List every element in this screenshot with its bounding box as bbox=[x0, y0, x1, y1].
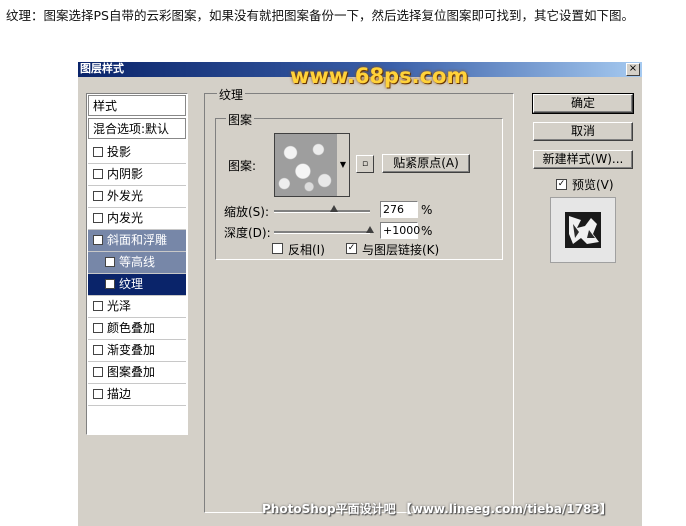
checkbox-color-overlay[interactable] bbox=[93, 322, 103, 333]
checkbox-inner-shadow[interactable] bbox=[93, 168, 103, 179]
cancel-button[interactable]: 取消 bbox=[533, 122, 633, 141]
checkbox-bevel-emboss[interactable]: ✓ bbox=[93, 234, 103, 245]
new-preset-icon[interactable]: ▫ bbox=[356, 155, 374, 173]
style-item-outer-glow[interactable]: 外发光 bbox=[88, 186, 186, 208]
style-item-bevel-emboss[interactable]: ✓ 斜面和浮雕 bbox=[88, 230, 186, 252]
checkbox-pattern-overlay[interactable] bbox=[93, 366, 103, 377]
layer-style-dialog: 图层样式 × www.68ps.com 样式 混合选项:默认 投影 内阴影 外发… bbox=[78, 62, 642, 526]
blend-options-item[interactable]: 混合选项:默认 bbox=[88, 118, 186, 139]
scale-label: 缩放(S): bbox=[224, 205, 270, 219]
scale-unit: % bbox=[421, 203, 433, 217]
style-item-pattern-overlay[interactable]: 图案叠加 bbox=[88, 362, 186, 384]
preview-label: 预览(V) bbox=[572, 178, 614, 192]
checkbox-drop-shadow[interactable] bbox=[93, 146, 103, 157]
styles-list: 样式 混合选项:默认 投影 内阴影 外发光 内发光 ✓ 斜面和浮雕 等高线 ✓ 纹理… bbox=[86, 93, 188, 435]
link-with-layer-label: 与图层链接(K) bbox=[362, 243, 440, 257]
style-item-texture[interactable]: ✓ 纹理 bbox=[88, 274, 186, 296]
style-item-stroke[interactable]: 描边 bbox=[88, 384, 186, 406]
style-preview-thumbnail bbox=[550, 197, 616, 263]
checkbox-texture[interactable]: ✓ bbox=[105, 278, 115, 289]
watermark-text: PhotoShop平面设计吧 【www.lineeg.com/tieba/178… bbox=[262, 502, 612, 516]
new-style-button[interactable]: 新建样式(W)... bbox=[533, 150, 633, 169]
snap-to-origin-button[interactable]: 贴紧原点(A) bbox=[382, 154, 470, 173]
invert-checkbox[interactable] bbox=[272, 243, 283, 254]
style-item-inner-glow[interactable]: 内发光 bbox=[88, 208, 186, 230]
depth-unit: % bbox=[421, 224, 433, 238]
instruction-caption: 纹理：图案选择PS自带的云彩图案，如果没有就把图案备份一下，然后选择复位图案即可… bbox=[6, 8, 634, 23]
pattern-group: 图案 图案: ▼ ▫ 贴紧原点(A) 缩放(S): 276 % 深度(D): +… bbox=[215, 111, 503, 260]
checkbox-contour[interactable] bbox=[105, 256, 115, 267]
site-banner-logo: www.68ps.com bbox=[290, 64, 469, 88]
checkbox-gradient-overlay[interactable] bbox=[93, 344, 103, 355]
style-item-contour[interactable]: 等高线 bbox=[88, 252, 186, 274]
style-item-satin[interactable]: 光泽 bbox=[88, 296, 186, 318]
checkbox-stroke[interactable] bbox=[93, 388, 103, 399]
ok-button[interactable]: 确定 bbox=[532, 93, 634, 114]
scale-slider-track[interactable] bbox=[274, 210, 370, 213]
checkbox-inner-glow[interactable] bbox=[93, 212, 103, 223]
pattern-label: 图案: bbox=[228, 159, 257, 173]
depth-input[interactable]: +1000 bbox=[380, 222, 420, 239]
pattern-group-title: 图案 bbox=[226, 111, 255, 128]
style-item-color-overlay[interactable]: 颜色叠加 bbox=[88, 318, 186, 340]
invert-label: 反相(I) bbox=[288, 243, 325, 257]
dialog-title: 图层样式 bbox=[80, 62, 124, 75]
preview-checkbox[interactable]: ✓ bbox=[556, 179, 567, 190]
depth-label: 深度(D): bbox=[224, 226, 271, 240]
style-item-drop-shadow[interactable]: 投影 bbox=[88, 142, 186, 164]
checkbox-outer-glow[interactable] bbox=[93, 190, 103, 201]
texture-group-title: 纹理 bbox=[217, 86, 246, 103]
style-item-gradient-overlay[interactable]: 渐变叠加 bbox=[88, 340, 186, 362]
texture-panel: 纹理 图案 图案: ▼ ▫ 贴紧原点(A) 缩放(S): 276 % 深度(D)… bbox=[204, 86, 514, 513]
pattern-swatch[interactable] bbox=[274, 133, 338, 197]
scale-slider-thumb[interactable] bbox=[330, 205, 338, 212]
close-button[interactable]: × bbox=[626, 63, 640, 76]
depth-slider-track[interactable] bbox=[274, 231, 370, 234]
depth-slider-thumb[interactable] bbox=[366, 226, 374, 233]
link-with-layer-checkbox[interactable]: ✓ bbox=[346, 243, 357, 254]
styles-header[interactable]: 样式 bbox=[88, 95, 186, 116]
style-item-inner-shadow[interactable]: 内阴影 bbox=[88, 164, 186, 186]
scale-input[interactable]: 276 bbox=[380, 201, 418, 218]
pattern-dropdown-arrow-icon[interactable]: ▼ bbox=[337, 133, 350, 197]
checkbox-satin[interactable] bbox=[93, 300, 103, 311]
